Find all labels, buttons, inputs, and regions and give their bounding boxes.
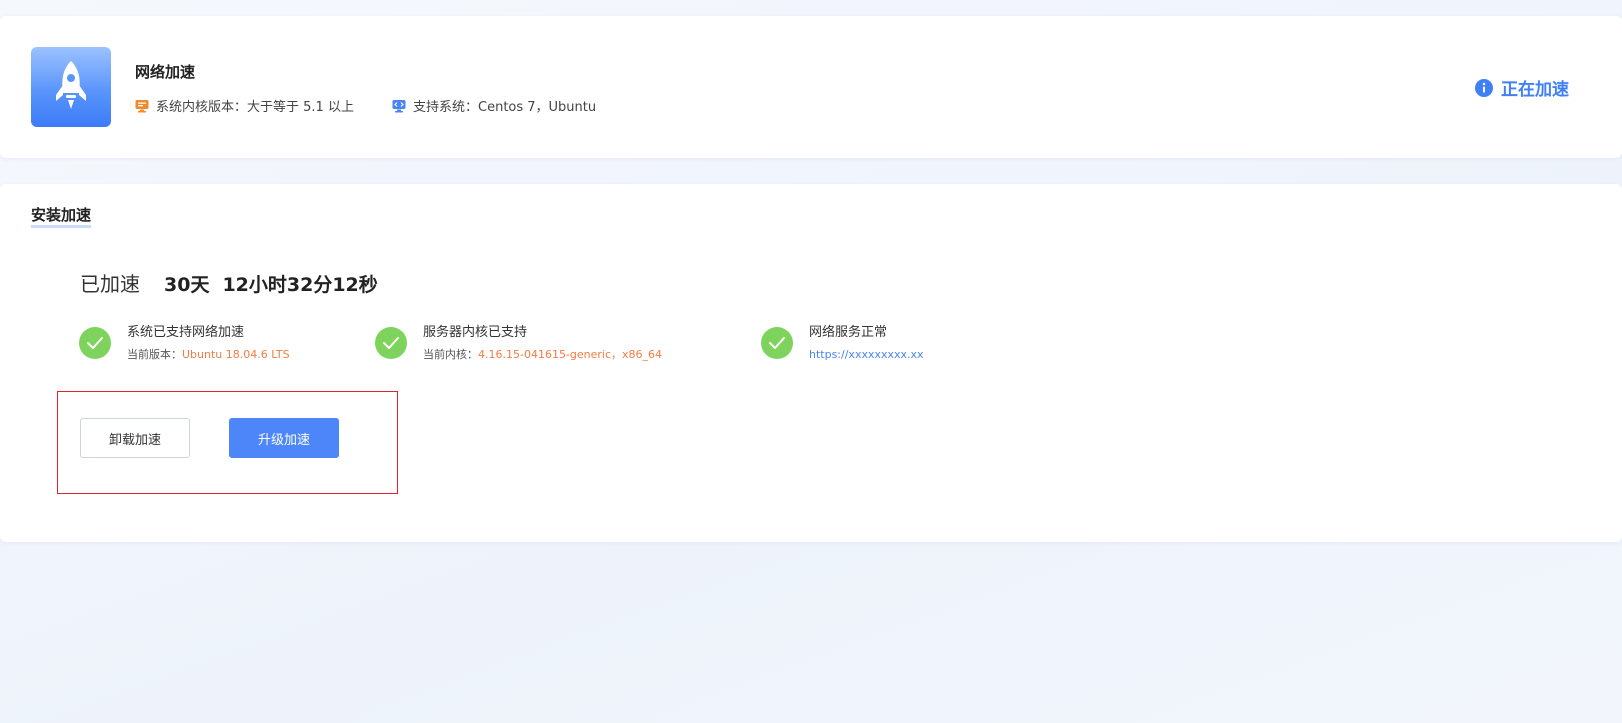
app-info-card: 网络加速 系统内核版本：大于等于 5.1 以上 支持系统：Centos 7，Ub… <box>0 16 1622 158</box>
check-detail: 当前内核：4.16.15-041615-generic，x86_64 <box>423 347 662 363</box>
kernel-support-check: 服务器内核已支持 当前内核：4.16.15-041615-generic，x86… <box>375 324 662 363</box>
kernel-requirement-text: 系统内核版本：大于等于 5.1 以上 <box>156 100 354 115</box>
monitor-icon <box>135 99 149 113</box>
status-label: 正在加速 <box>1501 80 1569 100</box>
check-icon <box>79 327 111 359</box>
check-title: 服务器内核已支持 <box>423 325 528 340</box>
detail-value: Ubuntu 18.04.6 LTS <box>182 348 290 361</box>
check-title: 系统已支持网络加速 <box>127 325 245 340</box>
app-title: 网络加速 <box>135 63 196 81</box>
supported-systems-text: 支持系统：Centos 7，Ubuntu <box>413 100 597 115</box>
system-support-check: 系统已支持网络加速 当前版本：Ubuntu 18.04.6 LTS <box>79 324 290 363</box>
duration-time: 12小时32分12秒 <box>222 274 378 296</box>
kernel-requirement: 系统内核版本：大于等于 5.1 以上 <box>135 96 354 115</box>
acceleration-status: 正在加速 <box>1475 75 1569 100</box>
app-logo <box>31 47 111 127</box>
check-icon <box>761 327 793 359</box>
service-url-link[interactable]: https://xxxxxxxxx.xx <box>809 348 924 361</box>
supported-systems: 支持系统：Centos 7，Ubuntu <box>392 96 596 115</box>
info-icon <box>1475 78 1493 97</box>
check-detail: https://xxxxxxxxx.xx <box>809 347 924 363</box>
rocket-icon <box>51 59 91 115</box>
section-title: 安装加速 <box>31 207 92 228</box>
uninstall-button[interactable]: 卸载加速 <box>80 418 190 458</box>
code-monitor-icon <box>392 99 406 113</box>
network-service-check: 网络服务正常 https://xxxxxxxxx.xx <box>761 324 924 363</box>
check-title: 网络服务正常 <box>809 325 888 340</box>
detail-label: 当前版本： <box>127 348 182 361</box>
accelerated-label: 已加速 <box>80 272 140 296</box>
install-card: 安装加速 已加速 30天 12小时32分12秒 系统已支持网络加速 当前版本：U… <box>0 184 1622 542</box>
duration-days: 30天 <box>164 274 210 296</box>
check-icon <box>375 327 407 359</box>
accelerated-duration: 已加速 30天 12小时32分12秒 <box>80 268 378 297</box>
upgrade-button[interactable]: 升级加速 <box>229 418 339 458</box>
detail-value: 4.16.15-041615-generic，x86_64 <box>478 348 663 361</box>
check-detail: 当前版本：Ubuntu 18.04.6 LTS <box>127 347 290 363</box>
detail-label: 当前内核： <box>423 348 478 361</box>
